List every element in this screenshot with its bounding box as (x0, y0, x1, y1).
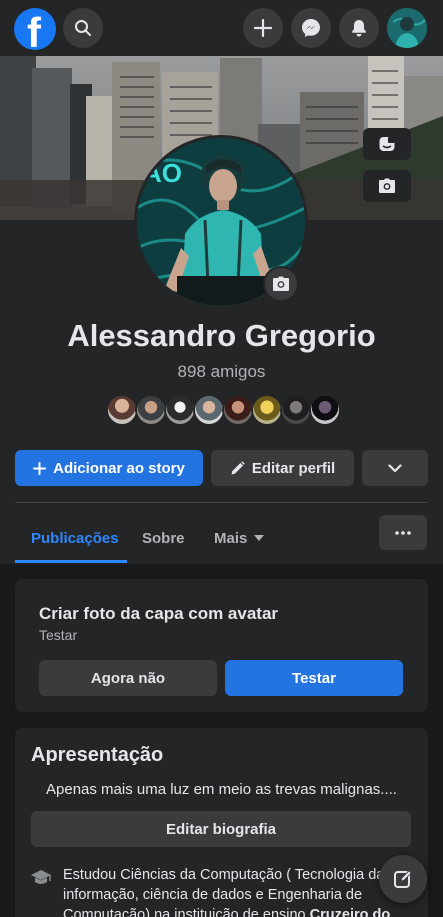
tab-more-label: Mais (214, 529, 248, 547)
menu-avatar[interactable] (387, 8, 427, 48)
avatar-sticker-icon (379, 137, 395, 151)
pencil-icon (231, 460, 245, 474)
add-to-story-label: Adicionar ao story (53, 459, 185, 477)
avatar-image (387, 8, 427, 48)
messenger-icon (302, 19, 320, 37)
intro-title: Apresentação (31, 744, 164, 766)
try-label: Testar (292, 669, 336, 687)
search-icon (75, 20, 91, 36)
more-options-dropdown-button[interactable] (362, 450, 428, 486)
messenger-button[interactable] (291, 8, 331, 48)
top-navigation-bar: f (0, 0, 443, 56)
facebook-logo[interactable]: f (14, 8, 56, 50)
friend-avatar[interactable] (309, 394, 341, 426)
edit-cover-photo-button[interactable] (363, 170, 411, 202)
friend-avatar[interactable] (251, 394, 283, 426)
not-now-label: Agora não (90, 669, 166, 687)
card-title: Criar foto da capa com avatar (39, 604, 279, 623)
edit-profile-button[interactable]: Editar perfil (211, 450, 354, 486)
bio-text: Apenas mais uma luz em meio as trevas ma… (46, 781, 397, 798)
compose-floating-button[interactable] (379, 855, 427, 903)
edit-profile-label: Editar perfil (251, 459, 336, 477)
friend-avatar[interactable] (135, 394, 167, 426)
search-button[interactable] (63, 8, 103, 48)
divider (15, 502, 428, 503)
graduation-cap-icon (31, 870, 51, 884)
camera-icon (273, 276, 289, 291)
friend-avatar-stack[interactable] (106, 394, 341, 426)
tab-more[interactable]: Mais (214, 512, 265, 564)
friend-avatar[interactable] (280, 394, 312, 426)
friend-avatar[interactable] (106, 394, 138, 426)
notifications-button[interactable] (339, 8, 379, 48)
active-tab-indicator (15, 560, 127, 563)
avatar-cover-button[interactable] (363, 128, 411, 160)
friends-count[interactable]: 898 amigos (0, 362, 443, 382)
tab-more-options-button[interactable] (379, 515, 427, 550)
plus-icon (33, 461, 47, 475)
add-to-story-button[interactable]: Adicionar ao story (15, 450, 203, 486)
friend-avatar[interactable] (222, 394, 254, 426)
avatar-cover-prompt-card: Criar foto da capa com avatar Testar Ago… (15, 579, 428, 712)
education-school[interactable]: Cruzeiro do (310, 907, 391, 917)
friend-avatar[interactable] (193, 394, 225, 426)
edit-bio-label: Editar biografia (165, 820, 277, 838)
chevron-down-icon (388, 463, 402, 472)
friend-avatar[interactable] (164, 394, 196, 426)
compose-icon (394, 870, 412, 888)
camera-icon (379, 178, 395, 193)
plus-icon (253, 18, 273, 38)
tab-posts[interactable]: Publicações (31, 512, 119, 564)
card-subtitle: Testar (39, 627, 78, 643)
not-now-button[interactable]: Agora não (39, 660, 217, 696)
caret-down-icon (254, 535, 265, 541)
ellipsis-icon (395, 530, 411, 535)
education-info[interactable]: Estudou Ciências da Computação ( Tecnolo… (63, 865, 408, 917)
try-button[interactable]: Testar (225, 660, 403, 696)
create-button[interactable] (243, 8, 283, 48)
tab-about[interactable]: Sobre (142, 512, 185, 564)
edit-profile-picture-button[interactable] (263, 266, 299, 302)
notifications-bell-icon (352, 20, 366, 37)
profile-name: Alessandro Gregorio (67, 318, 376, 353)
edit-bio-button[interactable]: Editar biografia (31, 811, 411, 847)
